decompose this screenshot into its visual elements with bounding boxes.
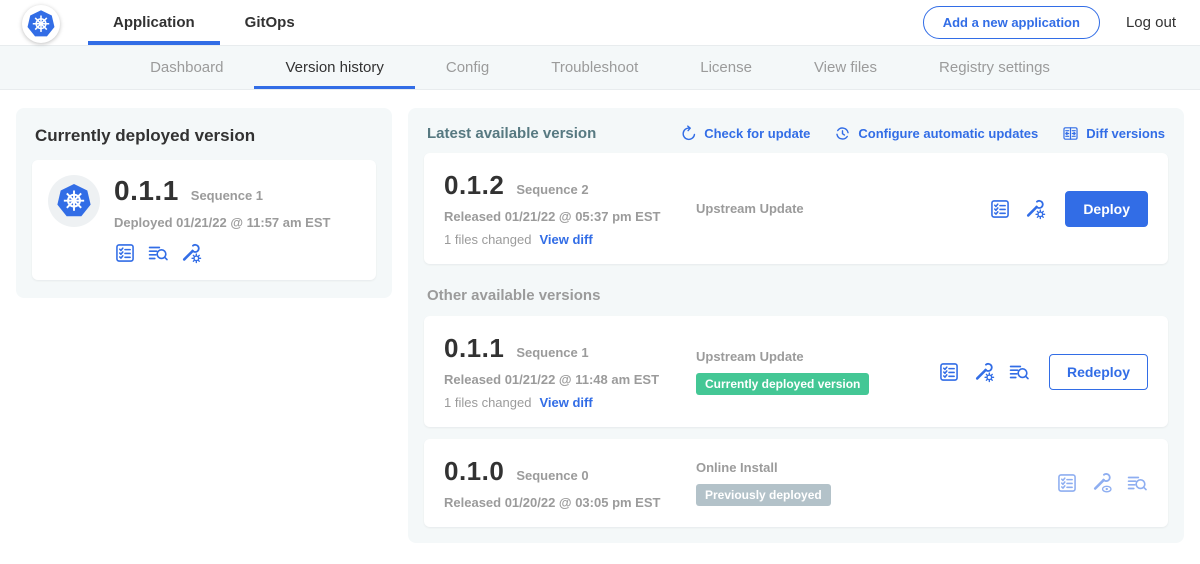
subnav-tab-view-files[interactable]: View files (783, 46, 908, 89)
kubernetes-logo-icon (22, 5, 60, 43)
subnav-tab-version-history-label: Version history (285, 59, 383, 76)
files-changed-label: 1 files changed (444, 232, 531, 247)
subnav-tab-dashboard-label: Dashboard (150, 59, 223, 76)
tab-application[interactable]: Application (88, 0, 220, 45)
version-card-0-1-0: 0.1.0 Sequence 0 Released 01/20/22 @ 03:… (424, 439, 1168, 527)
version-number: 0.1.0 (444, 456, 504, 487)
version-status: Online Install Previously deployed (696, 460, 1056, 506)
view-logs-icon[interactable] (147, 242, 169, 264)
subnav-tab-version-history[interactable]: Version history (254, 46, 414, 89)
preflight-checks-icon[interactable] (989, 198, 1011, 220)
tab-gitops-label: GitOps (245, 14, 295, 31)
source-label: Upstream Update (696, 349, 938, 364)
version-info: 0.1.0 Sequence 0 Released 01/20/22 @ 03:… (444, 456, 696, 510)
source-label: Upstream Update (696, 201, 989, 216)
card-actions: Deploy (989, 191, 1148, 227)
latest-version-title: Latest available version (427, 125, 596, 142)
version-actions: Check for update Configure automatic upd… (680, 125, 1165, 142)
view-logs-icon[interactable] (1126, 472, 1148, 494)
sequence-label: Sequence 0 (516, 468, 588, 483)
check-for-update-link[interactable]: Check for update (680, 125, 810, 142)
view-config-icon[interactable] (1091, 472, 1113, 494)
view-diff-link[interactable]: View diff (539, 232, 592, 247)
released-timestamp: Released 01/20/22 @ 03:05 pm EST (444, 495, 696, 510)
deployed-actions (114, 242, 330, 264)
view-diff-link[interactable]: View diff (539, 395, 592, 410)
auto-update-icon (834, 125, 851, 142)
preflight-checks-icon[interactable] (114, 242, 136, 264)
version-number: 0.1.1 (444, 333, 504, 364)
currently-deployed-badge: Currently deployed version (696, 373, 869, 395)
tab-gitops[interactable]: GitOps (220, 0, 320, 45)
deploy-button[interactable]: Deploy (1065, 191, 1148, 227)
refresh-icon (680, 125, 697, 142)
card-actions: Redeploy (938, 354, 1148, 390)
released-timestamp: Released 01/21/22 @ 11:48 am EST (444, 372, 696, 387)
app-header: Application GitOps Add a new application… (0, 0, 1200, 46)
subnav-tab-config-label: Config (446, 59, 489, 76)
add-application-button[interactable]: Add a new application (923, 6, 1100, 39)
currently-deployed-card: 0.1.1 Sequence 1 Deployed 01/21/22 @ 11:… (32, 160, 376, 280)
source-label: Online Install (696, 460, 1056, 475)
app-kubernetes-logo-icon (48, 175, 100, 227)
currently-deployed-title: Currently deployed version (35, 126, 374, 146)
subnav-tab-license-label: License (700, 59, 752, 76)
sequence-label: Sequence 1 (516, 345, 588, 360)
subnav-tab-license[interactable]: License (669, 46, 783, 89)
sequence-label: Sequence 2 (516, 182, 588, 197)
deployed-timestamp: Deployed 01/21/22 @ 11:57 am EST (114, 215, 330, 230)
redeploy-button[interactable]: Redeploy (1049, 354, 1148, 390)
logout-button[interactable]: Log out (1126, 14, 1176, 31)
configure-automatic-updates-link[interactable]: Configure automatic updates (834, 125, 1038, 142)
deployed-sequence-label: Sequence 1 (191, 188, 263, 203)
view-logs-icon[interactable] (1008, 361, 1030, 383)
deployed-version-info: 0.1.1 Sequence 1 Deployed 01/21/22 @ 11:… (114, 175, 330, 264)
latest-version-header: Latest available version Check for updat… (427, 125, 1165, 142)
version-info: 0.1.2 Sequence 2 Released 01/21/22 @ 05:… (444, 170, 696, 247)
check-for-update-label: Check for update (704, 126, 810, 141)
subnav-tab-troubleshoot-label: Troubleshoot (551, 59, 638, 76)
app-subnav: Dashboard Version history Config Trouble… (0, 46, 1200, 90)
subnav-tab-registry-settings-label: Registry settings (939, 59, 1050, 76)
other-versions-title: Other available versions (427, 287, 1165, 304)
currently-deployed-panel: Currently deployed version 0.1.1 Sequenc… (16, 108, 392, 298)
preflight-checks-icon[interactable] (1056, 472, 1078, 494)
subnav-tab-dashboard[interactable]: Dashboard (119, 46, 254, 89)
version-info: 0.1.1 Sequence 1 Released 01/21/22 @ 11:… (444, 333, 696, 410)
version-status: Upstream Update Currently deployed versi… (696, 349, 938, 395)
diff-icon (1062, 125, 1079, 142)
subnav-tab-troubleshoot[interactable]: Troubleshoot (520, 46, 669, 89)
subnav-tab-registry-settings[interactable]: Registry settings (908, 46, 1081, 89)
previously-deployed-badge: Previously deployed (696, 484, 831, 506)
tab-application-label: Application (113, 14, 195, 31)
released-timestamp: Released 01/21/22 @ 05:37 pm EST (444, 209, 696, 224)
subnav-tab-view-files-label: View files (814, 59, 877, 76)
diff-versions-link[interactable]: Diff versions (1062, 125, 1165, 142)
version-card-0-1-2: 0.1.2 Sequence 2 Released 01/21/22 @ 05:… (424, 153, 1168, 264)
version-history-panel: Latest available version Check for updat… (408, 108, 1184, 543)
version-status: Upstream Update (696, 201, 989, 216)
files-changed-label: 1 files changed (444, 395, 531, 410)
edit-config-icon[interactable] (180, 242, 202, 264)
card-actions (1056, 472, 1148, 494)
version-number: 0.1.2 (444, 170, 504, 201)
main-content: Currently deployed version 0.1.1 Sequenc… (0, 90, 1200, 561)
version-card-0-1-1: 0.1.1 Sequence 1 Released 01/21/22 @ 11:… (424, 316, 1168, 427)
subnav-tab-config[interactable]: Config (415, 46, 520, 89)
deployed-version-number: 0.1.1 (114, 175, 179, 207)
preflight-checks-icon[interactable] (938, 361, 960, 383)
edit-config-icon[interactable] (1024, 198, 1046, 220)
header-tabs: Application GitOps (88, 0, 320, 45)
edit-config-icon[interactable] (973, 361, 995, 383)
configure-automatic-updates-label: Configure automatic updates (858, 126, 1038, 141)
diff-versions-label: Diff versions (1086, 126, 1165, 141)
